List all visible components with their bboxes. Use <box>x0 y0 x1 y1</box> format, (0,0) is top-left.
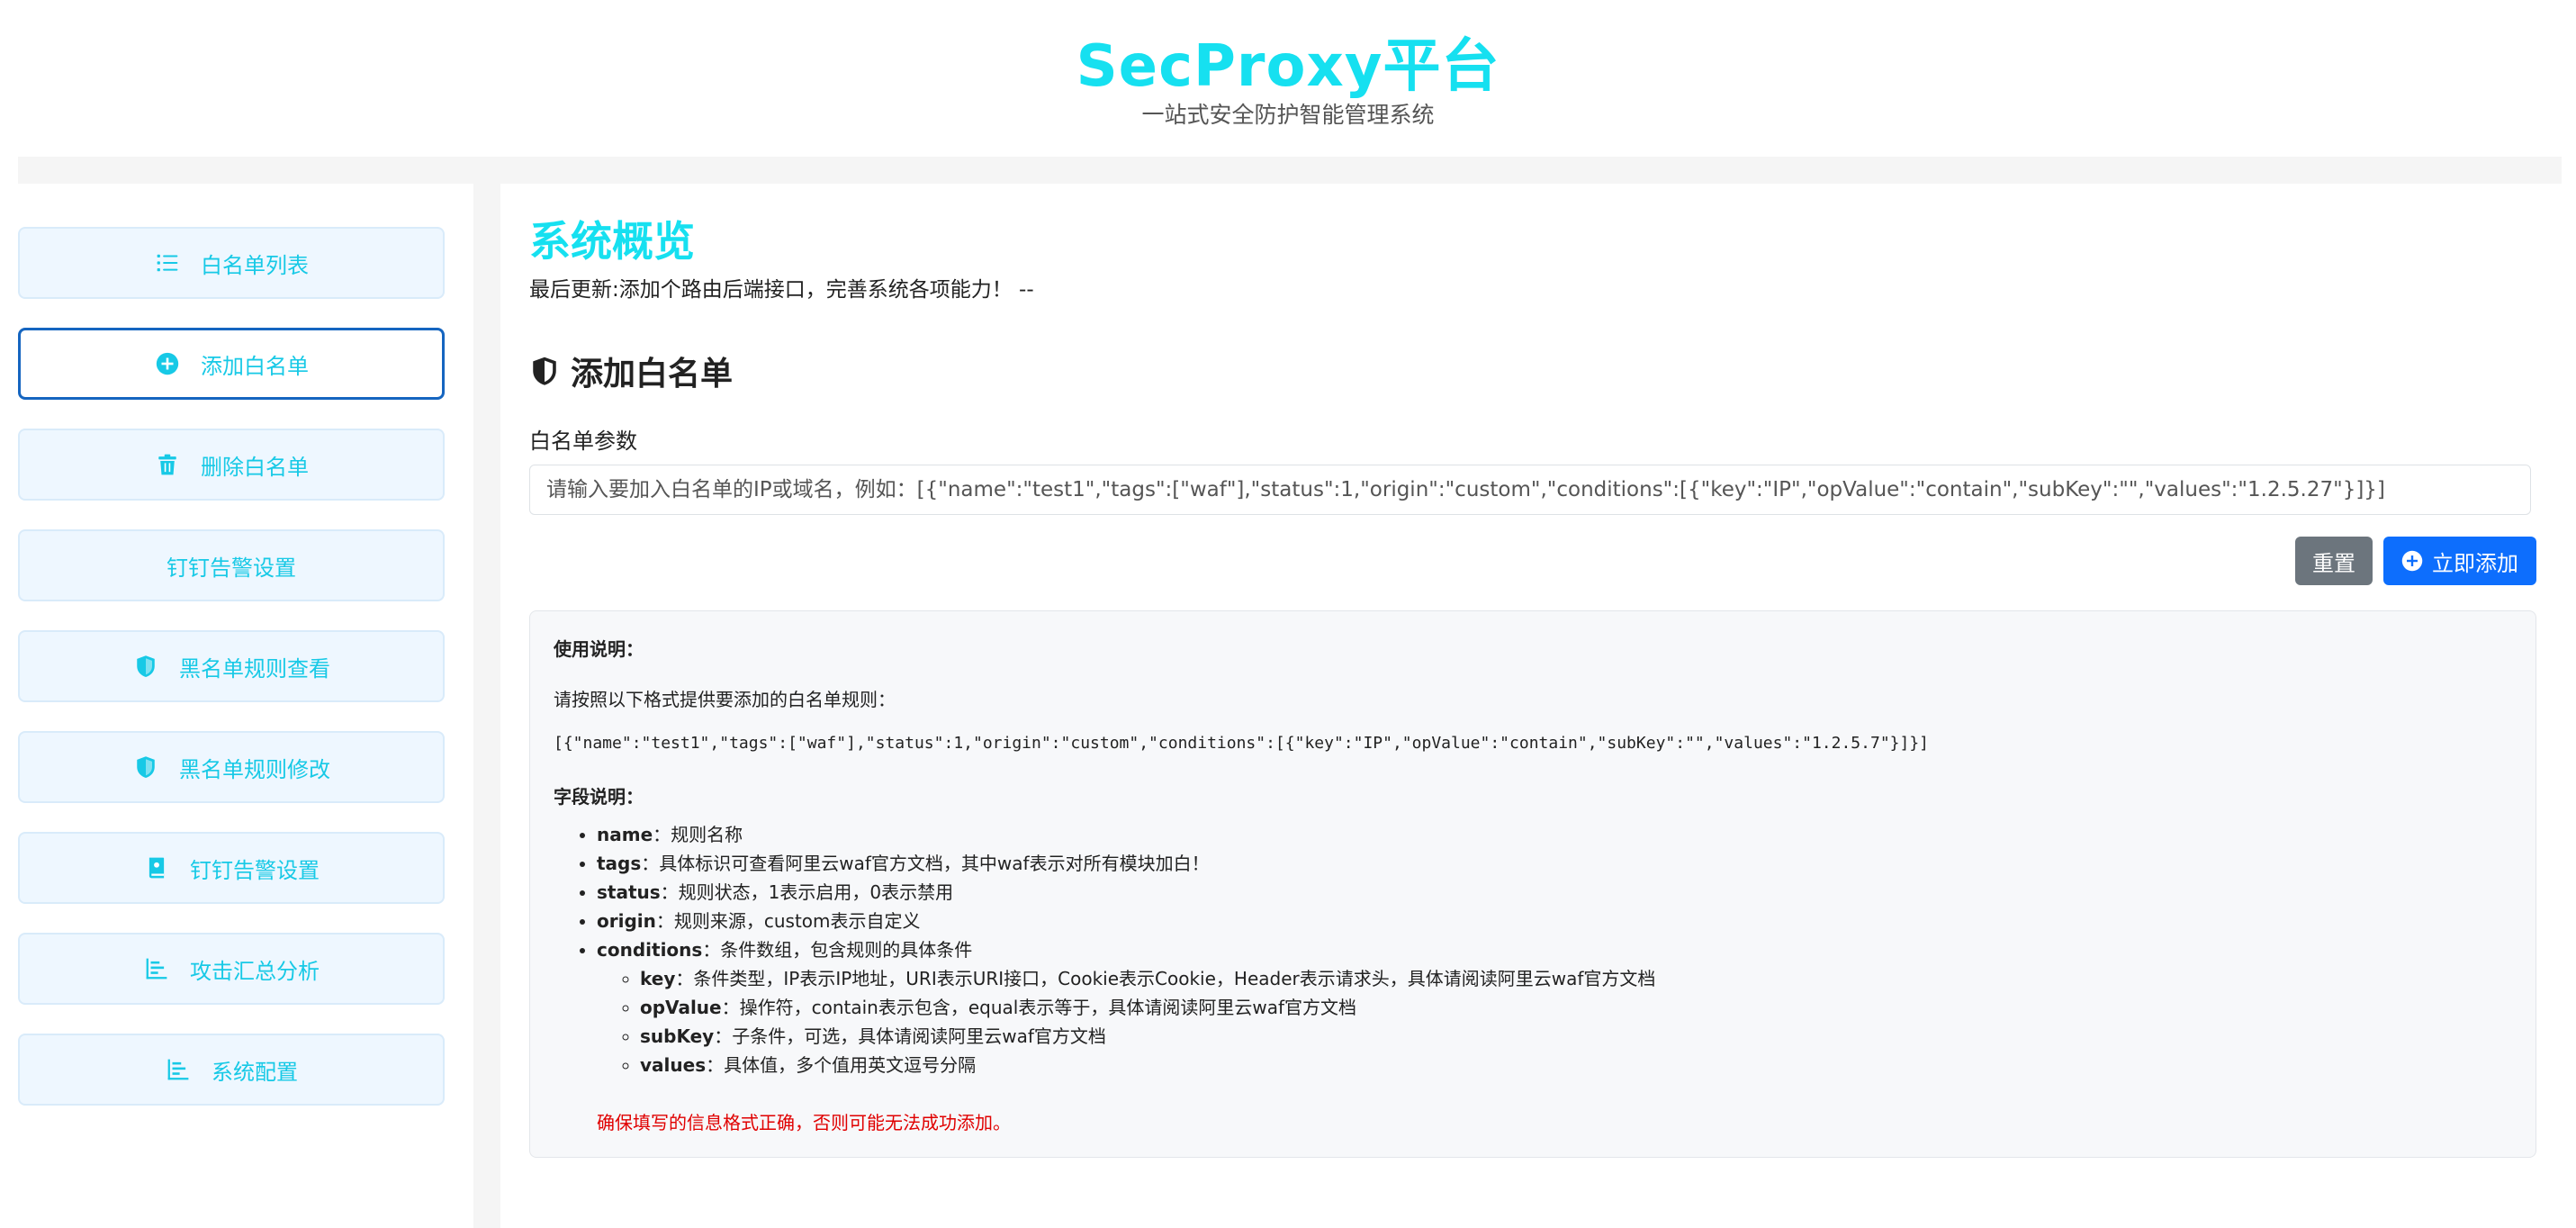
usage-instructions: 使用说明： 请按照以下格式提供要添加的白名单规则： [{"name":"test… <box>529 610 2536 1158</box>
main-content: 系统概览 最后更新:添加个路由后端接口，完善系统各项能力！ -- 添加白名单 白… <box>500 184 2576 1228</box>
add-now-label: 立即添加 <box>2432 551 2518 576</box>
usage-title: 使用说明： <box>554 638 644 660</box>
last-update-text: 最后更新:添加个路由后端接口，完善系统各项能力！ -- <box>529 278 1034 302</box>
sidebar-item-label: 白名单列表 <box>201 252 309 278</box>
sidebar-item-blacklist-edit[interactable]: 黑名单规则修改 <box>18 731 445 803</box>
usage-example-code: [{"name":"test1","tags":["waf"],"status"… <box>554 734 1930 753</box>
sidebar-item-system-config[interactable]: 系统配置 <box>18 1034 445 1106</box>
list-item: values：具体值，多个值用英文逗号分隔 <box>640 1051 1655 1079</box>
plus-circle-icon <box>2401 550 2423 572</box>
sidebar-item-attack-summary[interactable]: 攻击汇总分析 <box>18 933 445 1005</box>
sidebar-item-label: 添加白名单 <box>201 353 309 379</box>
brand-title: SecProxy平台 <box>1076 33 1500 100</box>
list-item: subKey：子条件，可选，具体请阅读阿里云waf官方文档 <box>640 1022 1655 1051</box>
list-item: key：条件类型，IP表示IP地址，URI表示URI接口，Cookie表示Coo… <box>640 964 1655 993</box>
list-item: name：规则名称 <box>597 820 1655 849</box>
format-warning: 确保填写的信息格式正确，否则可能无法成功添加。 <box>597 1112 1011 1133</box>
reset-button[interactable]: 重置 <box>2295 537 2373 585</box>
add-now-button[interactable]: 立即添加 <box>2383 537 2536 585</box>
field-list: name：规则名称 tags：具体标识可查看阿里云waf官方文档，其中waf表示… <box>554 820 1655 1079</box>
book-icon <box>143 854 170 881</box>
whitelist-params-input[interactable] <box>529 465 2531 515</box>
shield-icon <box>132 754 159 781</box>
list-icon <box>154 249 181 276</box>
sidebar-item-add-whitelist[interactable]: 添加白名单 <box>18 328 445 400</box>
fields-title: 字段说明： <box>554 786 644 808</box>
page-header: SecProxy平台 一站式安全防护智能管理系统 <box>0 0 2576 157</box>
sidebar-divider <box>473 184 500 1228</box>
sidebar-item-label: 钉钉告警设置 <box>190 857 320 883</box>
sidebar-item-label: 攻击汇总分析 <box>190 958 320 984</box>
section-title: 添加白名单 <box>529 348 733 394</box>
subfield-list: key：条件类型，IP表示IP地址，URI表示URI接口，Cookie表示Coo… <box>597 964 1655 1079</box>
sidebar-item-label: 黑名单规则查看 <box>179 655 330 682</box>
sidebar-item-whitelist-list[interactable]: 白名单列表 <box>18 227 445 299</box>
sidebar-item-dingtalk-alert-2[interactable]: 钉钉告警设置 <box>18 832 445 904</box>
section-title-text: 添加白名单 <box>571 356 734 393</box>
sidebar-item-blacklist-view[interactable]: 黑名单规则查看 <box>18 630 445 702</box>
sidebar-item-dingtalk-alert[interactable]: 钉钉告警设置 <box>18 529 445 601</box>
usage-intro: 请按照以下格式提供要添加的白名单规则： <box>554 689 896 710</box>
bar-chart-icon <box>165 1056 192 1083</box>
sidebar-item-label: 删除白名单 <box>201 454 309 480</box>
sidebar-item-label: 钉钉告警设置 <box>167 555 296 581</box>
sidebar-item-label: 黑名单规则修改 <box>179 756 330 782</box>
plus-circle-icon <box>154 350 181 377</box>
sidebar: 白名单列表 添加白名单 删除白名单 钉钉告警设置 黑名单规则查看 黑名单规则修改… <box>0 184 473 1228</box>
header-divider <box>18 157 2562 184</box>
list-item: conditions：条件数组，包含规则的具体条件 key：条件类型，IP表示I… <box>597 935 1655 1079</box>
shield-icon <box>132 653 159 680</box>
sidebar-item-delete-whitelist[interactable]: 删除白名单 <box>18 429 445 501</box>
sidebar-item-label: 系统配置 <box>212 1059 298 1085</box>
page-title: 系统概览 <box>529 217 695 266</box>
trash-icon <box>154 451 181 478</box>
list-item: status：规则状态，1表示启用，0表示禁用 <box>597 878 1655 907</box>
brand-slogan: 一站式安全防护智能管理系统 <box>1141 102 1435 128</box>
list-item: tags：具体标识可查看阿里云waf官方文档，其中waf表示对所有模块加白！ <box>597 849 1655 878</box>
shield-icon <box>533 357 556 385</box>
bar-chart-icon <box>143 955 170 982</box>
list-item: opValue：操作符，contain表示包含，equal表示等于，具体请阅读阿… <box>640 993 1655 1022</box>
whitelist-params-label: 白名单参数 <box>529 429 637 454</box>
list-item: origin：规则来源，custom表示自定义 <box>597 907 1655 935</box>
